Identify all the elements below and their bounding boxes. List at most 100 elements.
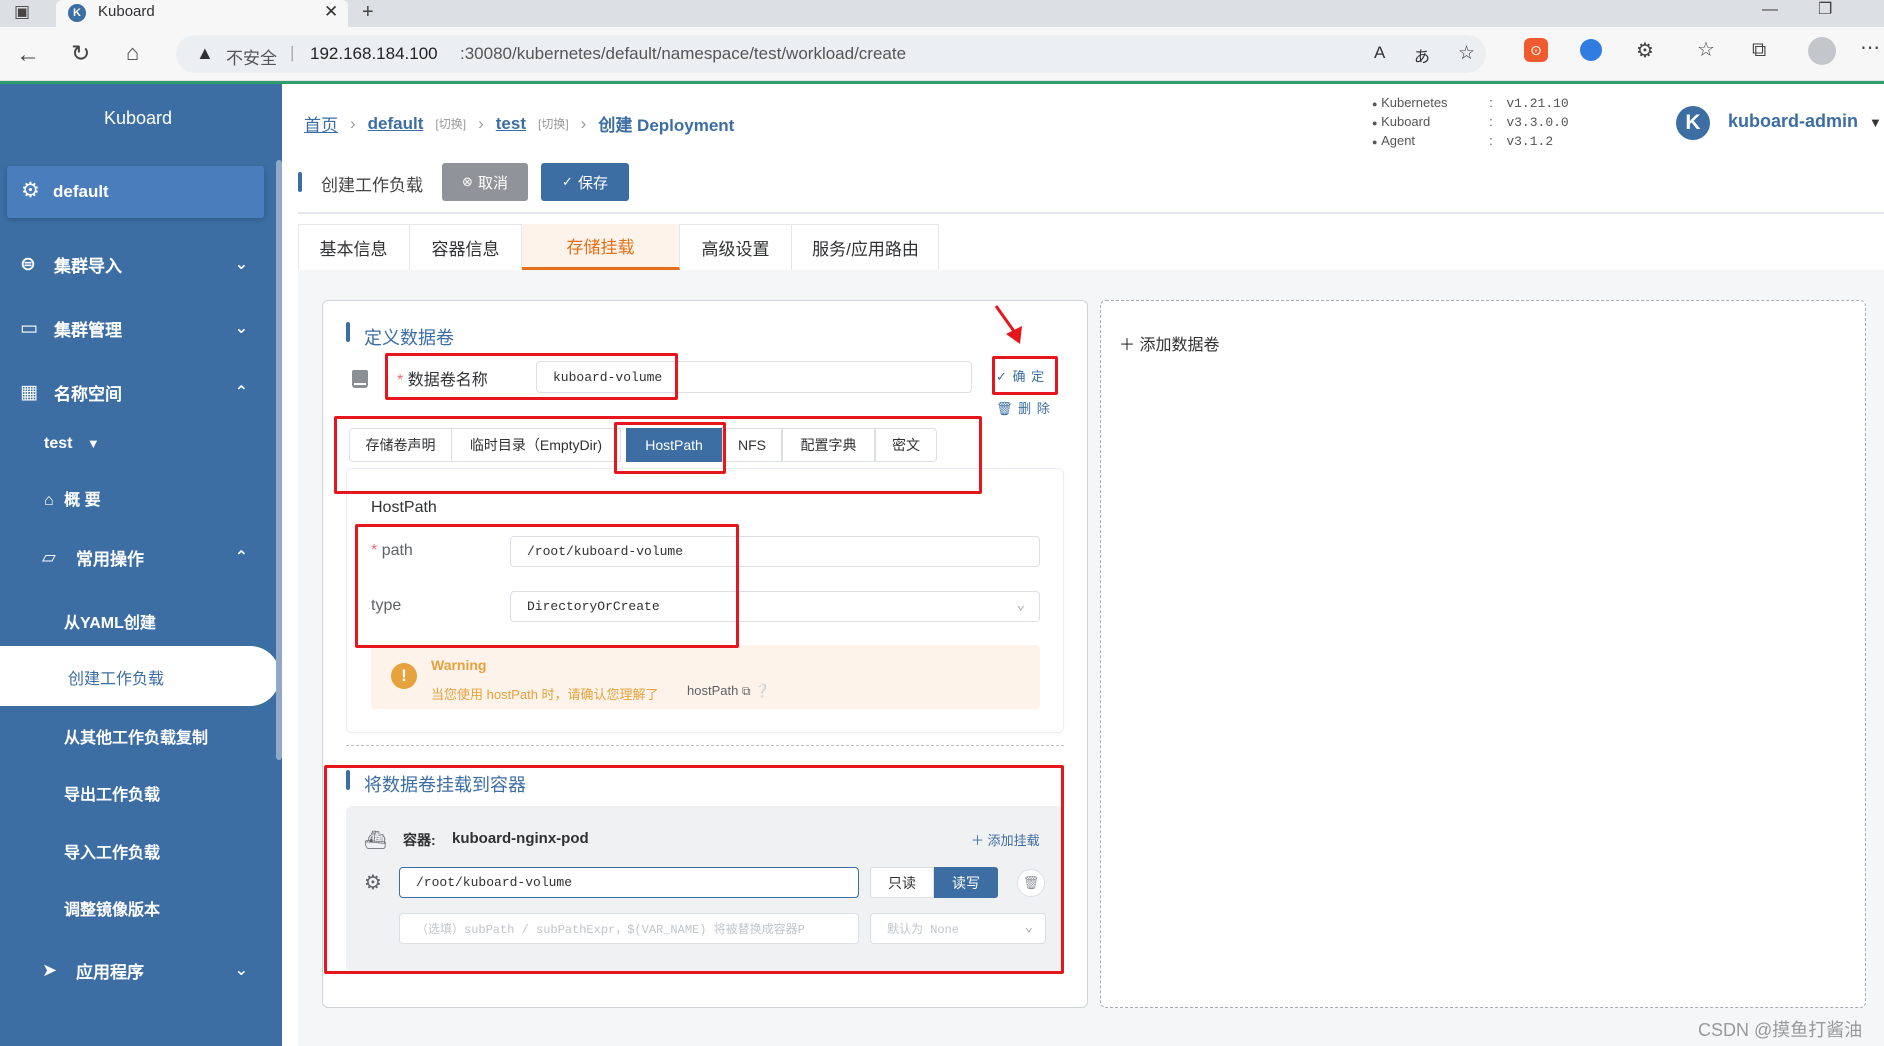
tab-storage-mount[interactable]: 存储挂载	[522, 224, 680, 270]
help-circle-icon: ❔	[754, 683, 771, 698]
favorites-icon[interactable]: ☆	[1697, 40, 1715, 60]
insecure-label: 不安全	[226, 49, 277, 68]
watermark: CSDN @摸鱼打酱油	[1698, 1020, 1863, 1040]
add-volume-button[interactable]: ＋ 添加数据卷	[1119, 331, 1219, 355]
extension-red-icon[interactable]: ⊙	[1524, 38, 1548, 62]
breadcrumb-home[interactable]: 首页	[304, 111, 338, 136]
version-value: v3.3.0.0	[1506, 115, 1569, 130]
warning-alert: ! Warning 当您使用 hostPath 时，请确认您理解了 hostPa…	[371, 645, 1040, 709]
toolbar-accent-bar	[298, 172, 302, 192]
sidebar-item-common-ops[interactable]: ▱ 常用操作 ⌃	[0, 535, 276, 579]
tab-advanced[interactable]: 高级设置	[680, 224, 792, 270]
link-icon: ⊜	[20, 253, 36, 275]
version-name: Kubernetes	[1381, 95, 1448, 110]
add-volume-label: 添加数据卷	[1139, 337, 1220, 354]
sidebar-item-label: 常用操作	[76, 549, 144, 569]
more-menu-icon[interactable]: ⋯	[1860, 38, 1880, 58]
sidebar-item-label: 应用程序	[76, 962, 144, 982]
browser-tab-strip: ▣ K Kuboard ✕ + — ❐	[0, 0, 1884, 27]
home-icon[interactable]: ⌂	[126, 42, 139, 64]
sidebar-item-export-workload[interactable]: 导出工作负载	[64, 781, 160, 805]
tab-title: Kuboard	[98, 3, 155, 20]
namespace-selector[interactable]: test ▼	[44, 435, 100, 453]
breadcrumb: 首页 › default [切换] › test [切换] › 创建 Deplo…	[304, 111, 734, 136]
extensions-icon[interactable]: ⚙	[1636, 41, 1654, 61]
sidebar-scrollbar[interactable]	[276, 160, 282, 760]
profile-avatar-icon[interactable]	[1808, 37, 1836, 65]
cluster-selector[interactable]: ⚙ default	[7, 166, 264, 218]
delete-button[interactable]: 🗑 删 除	[996, 398, 1051, 417]
section-accent-bar	[346, 322, 350, 342]
minimize-icon[interactable]: —	[1762, 2, 1778, 18]
warning-title: Warning	[431, 657, 487, 673]
sidebar-item-adjust-image[interactable]: 调整镜像版本	[64, 896, 160, 920]
sidebar-item-create-workload[interactable]: 创建工作负载	[0, 646, 280, 706]
sidebar-item-import-workload[interactable]: 导入工作负载	[64, 839, 160, 863]
breadcrumb-cluster[interactable]: default	[368, 114, 424, 134]
warning-circle-icon: !	[391, 663, 417, 689]
sidebar-item-label: 概 要	[64, 492, 101, 509]
breadcrumb-namespace[interactable]: test	[496, 114, 526, 134]
caret-down-icon: ▼	[1869, 115, 1882, 130]
favorite-add-icon[interactable]: ☆	[1458, 42, 1475, 65]
caret-down-icon: ▼	[86, 436, 100, 451]
save-label: 保存	[577, 174, 608, 192]
cancel-label: 取消	[477, 174, 508, 192]
chevron-down-icon: ⌄	[234, 962, 248, 979]
tab-basic-info[interactable]: 基本信息	[298, 224, 410, 270]
define-volume-title: 定义数据卷	[364, 328, 454, 348]
annotation-box-path-type	[355, 524, 739, 648]
breadcrumb-separator-icon: ›	[350, 113, 356, 133]
version-row: ● Agent: v3.1.2	[1372, 133, 1554, 149]
tab-container-info[interactable]: 容器信息	[410, 224, 522, 270]
disk-icon	[350, 366, 370, 390]
url-box[interactable]: ▲ 不安全 | 192.168.184.100 :30080/kubernete…	[176, 35, 1486, 73]
version-name: Kuboard	[1381, 114, 1431, 129]
translate-icon[interactable]: あ	[1414, 43, 1430, 67]
add-volume-area[interactable]: ＋ 添加数据卷	[1100, 300, 1866, 1008]
sidebar-item-cluster-manage[interactable]: ▭ 集群管理 ⌄	[0, 306, 276, 350]
server-icon: ▭	[20, 317, 38, 339]
reload-icon[interactable]: ↻	[71, 42, 90, 65]
user-avatar[interactable]: K	[1676, 106, 1710, 140]
url-path: :30080/kubernetes/default/namespace/test…	[460, 44, 907, 63]
breadcrumb-switch-cluster[interactable]: [切换]	[435, 115, 466, 132]
annotation-box-confirm	[992, 356, 1058, 395]
restore-icon[interactable]: ❐	[1818, 2, 1832, 18]
sidebar-item-copy-workload[interactable]: 从其他工作负载复制	[64, 724, 208, 748]
section-dashed-divider	[346, 745, 1064, 746]
sidebar: Kuboard ⚙ default ⊜ 集群导入 ⌄ ▭ 集群管理 ⌄ ▦ 名称…	[0, 84, 282, 1046]
version-value: v1.21.10	[1506, 96, 1569, 111]
annotation-box-hostpath	[614, 422, 726, 474]
sidebar-item-apps[interactable]: ➤ 应用程序 ⌄	[0, 948, 276, 992]
sidebar-item-namespace[interactable]: ▦ 名称空间 ⌃	[0, 370, 276, 414]
close-tab-icon[interactable]: ✕	[324, 2, 338, 22]
sidebar-item-label: 集群管理	[54, 320, 122, 340]
breadcrumb-switch-namespace[interactable]: [切换]	[538, 115, 569, 132]
read-aloud-icon[interactable]: A	[1374, 43, 1385, 63]
save-button[interactable]: ✓ 保存	[541, 163, 629, 201]
sidebar-item-overview[interactable]: ⌂ 概 要	[44, 486, 101, 510]
cancel-button[interactable]: ⊗ 取消	[442, 163, 528, 201]
tab-service-routes[interactable]: 服务/应用路由	[792, 224, 939, 270]
extension-blue-icon[interactable]	[1580, 39, 1602, 61]
warning-link[interactable]: hostPath ⧉ ❔	[687, 683, 770, 699]
back-icon[interactable]: ←	[16, 43, 40, 67]
user-menu[interactable]: kuboard-admin ▼	[1728, 111, 1882, 132]
collections-icon[interactable]: ⧉	[1752, 40, 1766, 60]
trash-icon: 🗑	[996, 401, 1014, 416]
version-name: Agent	[1381, 133, 1416, 148]
browser-tab[interactable]: K Kuboard ✕	[56, 0, 348, 27]
brand-title: Kuboard	[103, 108, 173, 128]
tab-actions-icon[interactable]: ▣	[14, 3, 30, 20]
new-tab-icon[interactable]: +	[362, 2, 374, 22]
cluster-gear-icon: ⚙	[21, 179, 40, 202]
sidebar-item-cluster-import[interactable]: ⊜ 集群导入 ⌄	[0, 242, 276, 286]
breadcrumb-separator-icon: ›	[478, 113, 484, 133]
breadcrumb-separator-icon: ›	[580, 113, 587, 133]
version-row: ● Kuboard: v3.3.0.0	[1372, 114, 1569, 130]
sidebar-item-from-yaml[interactable]: 从YAML创建	[64, 609, 156, 633]
grid-icon: ▦	[20, 381, 38, 403]
sidebar-item-label: 创建工作负载	[68, 671, 165, 688]
page-title: 创建工作负载	[321, 176, 423, 195]
